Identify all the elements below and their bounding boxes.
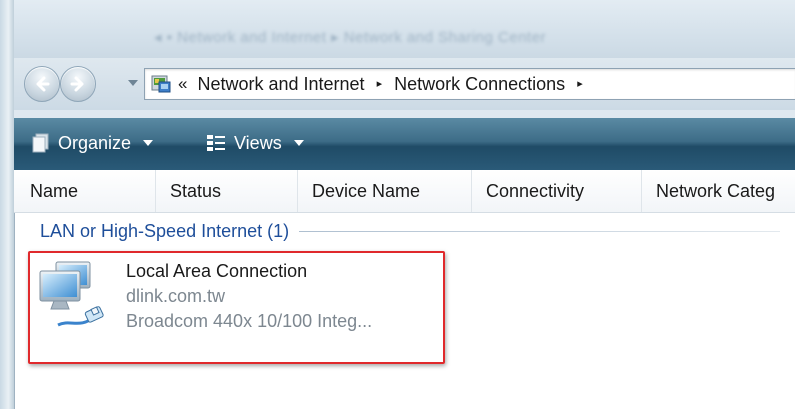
toolbar: Organize Views	[14, 118, 795, 170]
group-header[interactable]: LAN or High-Speed Internet (1)	[40, 218, 780, 244]
column-header-status[interactable]: Status	[156, 170, 298, 212]
forward-arrow-icon	[70, 76, 84, 92]
column-header-connectivity[interactable]: Connectivity	[472, 170, 642, 212]
breadcrumb-network-and-internet[interactable]: Network and Internet	[197, 73, 364, 95]
breadcrumb-separator-icon[interactable]: ▸	[577, 73, 583, 95]
breadcrumb-network-connections[interactable]: Network Connections	[394, 73, 565, 95]
title-bar: ◂ ▪ Network and Internet ▸ Network and S…	[14, 0, 795, 58]
title-bar-blurred-text: ◂ ▪ Network and Internet ▸ Network and S…	[154, 29, 547, 46]
back-button[interactable]	[24, 66, 60, 102]
group-label: LAN or High-Speed Internet (1)	[40, 220, 290, 241]
views-icon	[207, 135, 225, 151]
breadcrumb-overflow[interactable]: «	[178, 73, 187, 95]
network-connection-icon	[39, 261, 104, 327]
connection-name: Local Area Connection	[126, 261, 308, 281]
organize-icon	[32, 133, 49, 153]
recent-pages-dropdown[interactable]	[128, 80, 138, 86]
organize-dropdown-icon	[143, 140, 154, 146]
back-arrow-icon	[36, 76, 50, 92]
address-bar[interactable]: « Network and Internet ▸ Network Connect…	[144, 68, 795, 100]
views-label: Views	[234, 132, 282, 153]
organize-label: Organize	[58, 132, 132, 153]
column-header-device-name[interactable]: Device Name	[298, 170, 472, 212]
organize-button[interactable]: Organize	[32, 130, 154, 156]
connection-details: Local Area Connection dlink.com.tw Broad…	[126, 259, 372, 334]
local-area-connection-item[interactable]: Local Area Connection dlink.com.tw Broad…	[28, 251, 445, 364]
column-header-row: Name Status Device Name Connectivity Net…	[14, 170, 795, 213]
views-dropdown-icon	[293, 140, 304, 146]
views-button[interactable]: Views	[206, 130, 304, 156]
window-frame-left	[0, 0, 15, 409]
toolbar-spacer	[14, 110, 795, 118]
column-header-name[interactable]: Name	[14, 170, 156, 212]
control-panel-icon	[151, 75, 171, 93]
connection-device: Broadcom 440x 10/100 Integ...	[126, 311, 373, 331]
connection-network: dlink.com.tw	[126, 286, 226, 306]
group-divider	[299, 230, 780, 232]
breadcrumb: « Network and Internet ▸ Network Connect…	[178, 73, 595, 95]
column-header-network-category[interactable]: Network Categ	[642, 170, 795, 212]
breadcrumb-separator-icon[interactable]: ▸	[377, 73, 383, 95]
forward-button[interactable]	[60, 66, 96, 102]
navigation-bar: « Network and Internet ▸ Network Connect…	[14, 58, 795, 110]
